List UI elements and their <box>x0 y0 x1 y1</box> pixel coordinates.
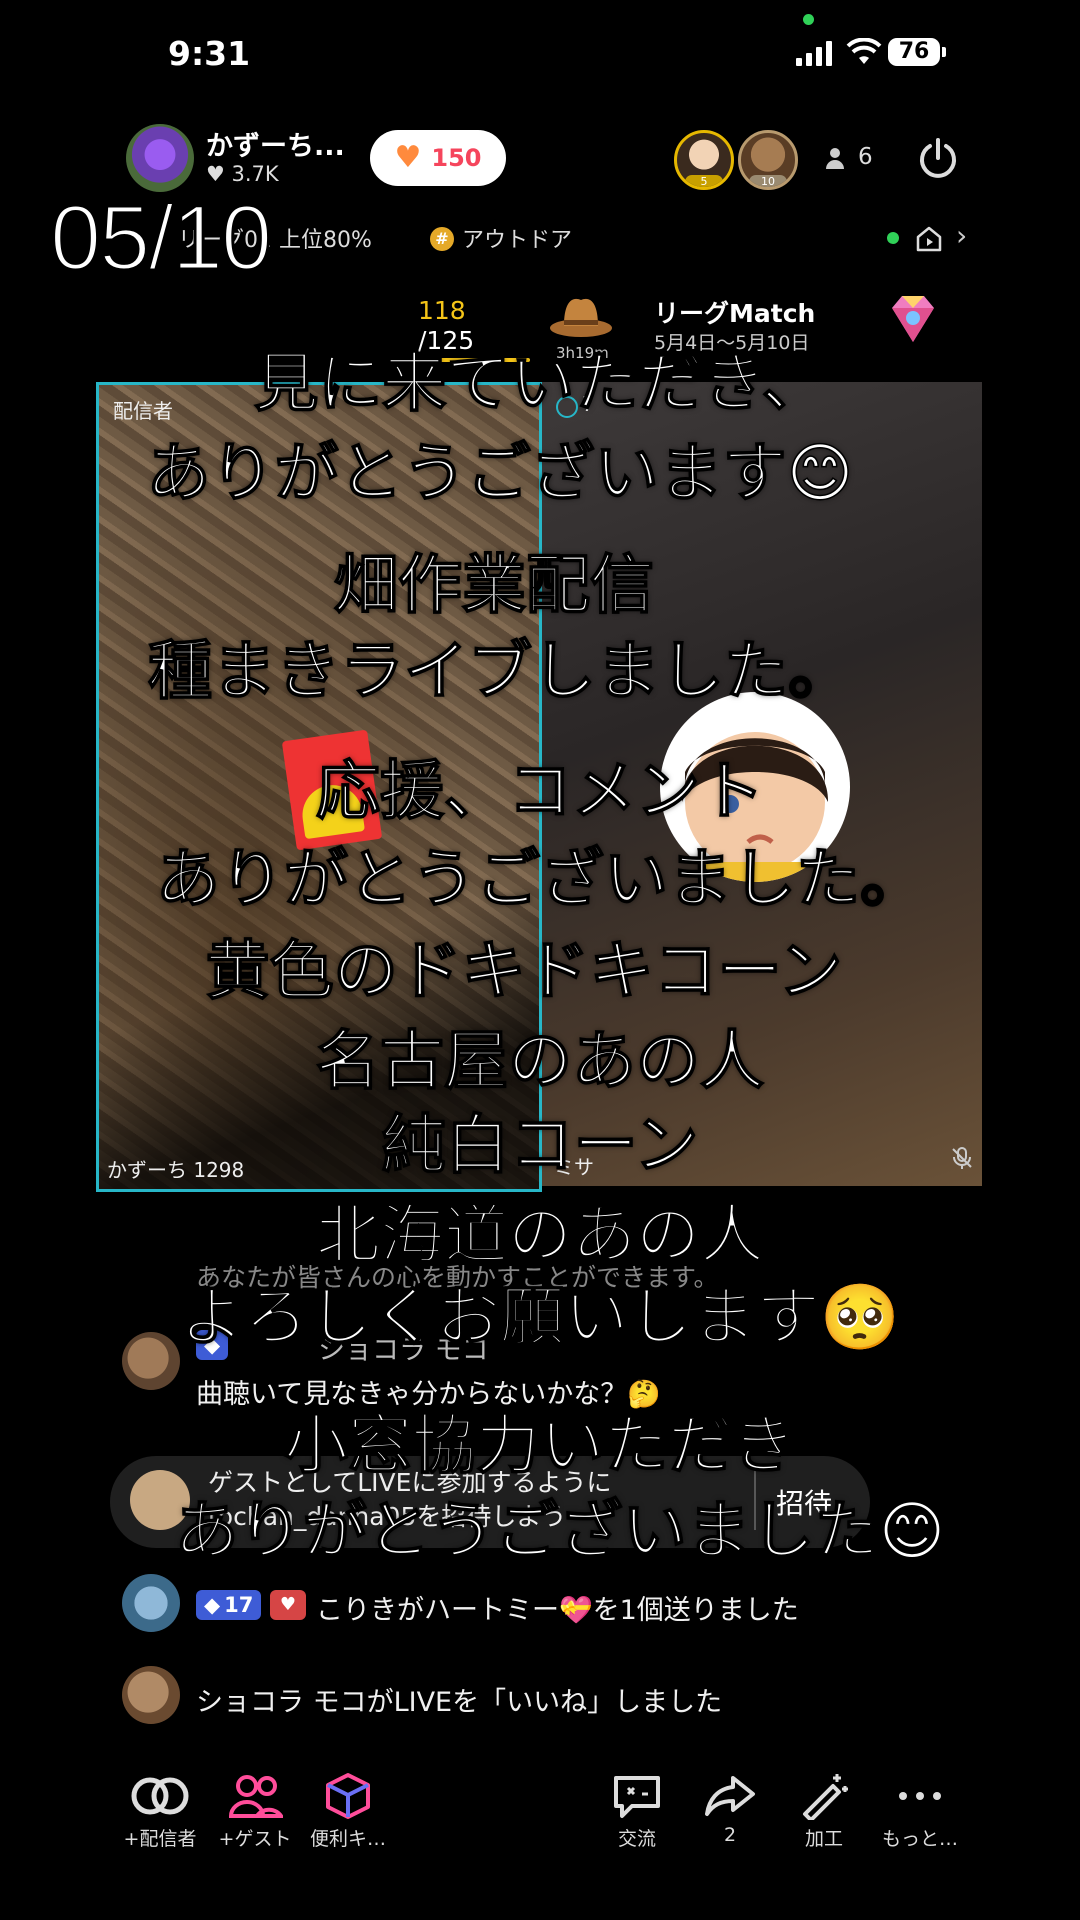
cube-icon <box>326 1773 370 1819</box>
host-likes: ♥ 3.7K <box>206 162 279 186</box>
caption-line: 名古屋のあの人 <box>315 1025 765 1099</box>
caption-line: 北海道のあの人 <box>315 1199 765 1273</box>
host-likes-count: 3.7K <box>231 162 279 186</box>
caption-line: 黄色のドキドキコーン <box>205 935 843 1009</box>
share-arrow-icon <box>705 1776 755 1816</box>
caption-line: 小窓協力いただき <box>283 1409 797 1483</box>
follow-heart-button[interactable]: ♥ 150 <box>370 130 506 186</box>
comment-avatar[interactable] <box>122 1574 180 1632</box>
add-host-label: +配信者 <box>123 1828 197 1850</box>
top-viewer-avatar-2[interactable]: 10 <box>738 130 798 190</box>
date-overlay: 05/10 <box>48 187 273 289</box>
power-icon[interactable] <box>916 136 960 180</box>
wifi-icon <box>846 38 882 64</box>
home-play-icon[interactable] <box>914 224 944 254</box>
magic-wand-icon <box>803 1774 848 1820</box>
top-viewer-avatar-1[interactable]: 5 <box>674 130 734 190</box>
live-status-dot <box>887 232 899 244</box>
chevron-right-icon[interactable]: › <box>956 222 967 250</box>
chat-label: 交流 <box>617 1828 656 1850</box>
host-avatar[interactable] <box>126 124 194 192</box>
comment-text: 曲聴いて見なきゃ分からないかな？🤔 <box>196 1379 661 1410</box>
category-tag[interactable]: アウトドア <box>462 222 572 254</box>
chat-bubble-icon <box>614 1776 660 1818</box>
tools-button[interactable]: 便利キ… <box>300 1772 396 1851</box>
cowboy-hat-icon[interactable] <box>548 290 614 346</box>
battery-indicator: 76 <box>888 38 940 66</box>
caption-line: 応援、コメント <box>315 755 765 829</box>
viewer-rank-badge: 10 <box>749 175 787 187</box>
match-score: 118 <box>418 296 466 325</box>
caption-line: よろしくお願いします🥺 <box>179 1281 900 1355</box>
chat-button[interactable]: 交流 <box>589 1772 685 1851</box>
host-name[interactable]: かずーち... <box>206 124 345 163</box>
add-host-button[interactable]: +配信者 <box>112 1772 208 1851</box>
heart-count: 150 <box>431 144 482 172</box>
diamond-trophy-icon[interactable] <box>882 290 944 352</box>
comment-avatar[interactable] <box>122 1666 180 1724</box>
hashtag-icon: # <box>430 227 454 251</box>
caption-line: 畑作業配信 <box>333 549 655 623</box>
more-button[interactable]: もっと… <box>872 1772 968 1851</box>
tools-label: 便利キ… <box>309 1828 386 1850</box>
battery-nub <box>942 47 946 57</box>
privacy-indicator <box>803 14 814 25</box>
caption-line: ありがとうございました😊 <box>174 1495 946 1569</box>
league-match-title[interactable]: リーグMatch <box>654 294 815 330</box>
caption-line: ありがとうございました。 <box>155 843 925 917</box>
like-message: ショコラ モコがLIVEを「いいね」しました <box>196 1687 723 1718</box>
effects-label: 加工 <box>804 1828 843 1850</box>
link-icon <box>131 1777 189 1815</box>
viewer-count[interactable]: 6 <box>858 144 873 170</box>
cellular-signal-icon <box>796 40 832 66</box>
caption-line: 種まきライブしました。 <box>147 635 853 709</box>
guests-icon <box>228 1775 283 1818</box>
heart-badge-icon: ♥ <box>270 1590 306 1620</box>
heart-icon: ♥ <box>394 140 422 175</box>
level-number: 17 <box>224 1593 254 1617</box>
effects-button[interactable]: 加工 <box>776 1772 872 1851</box>
caption-line: 純白コーン <box>381 1109 699 1183</box>
add-guest-label: +ゲスト <box>218 1828 292 1850</box>
caption-line: 見に来ていただき、 <box>253 347 826 421</box>
share-button[interactable]: 2 <box>682 1772 778 1846</box>
more-label: もっと… <box>881 1828 958 1850</box>
add-guest-button[interactable]: +ゲスト <box>207 1772 303 1851</box>
viewer-count-icon <box>826 148 844 169</box>
viewer-rank-badge: 5 <box>685 175 723 187</box>
caption-line: ありがとうございます😊 <box>146 437 854 511</box>
share-count: 2 <box>723 1824 737 1846</box>
level-badge: ◆ 17 <box>196 1590 262 1620</box>
status-time: 9:31 <box>168 34 251 73</box>
more-dots-icon <box>899 1792 941 1800</box>
gift-message: こりきがハートミー💝を1個送りました <box>316 1595 799 1626</box>
